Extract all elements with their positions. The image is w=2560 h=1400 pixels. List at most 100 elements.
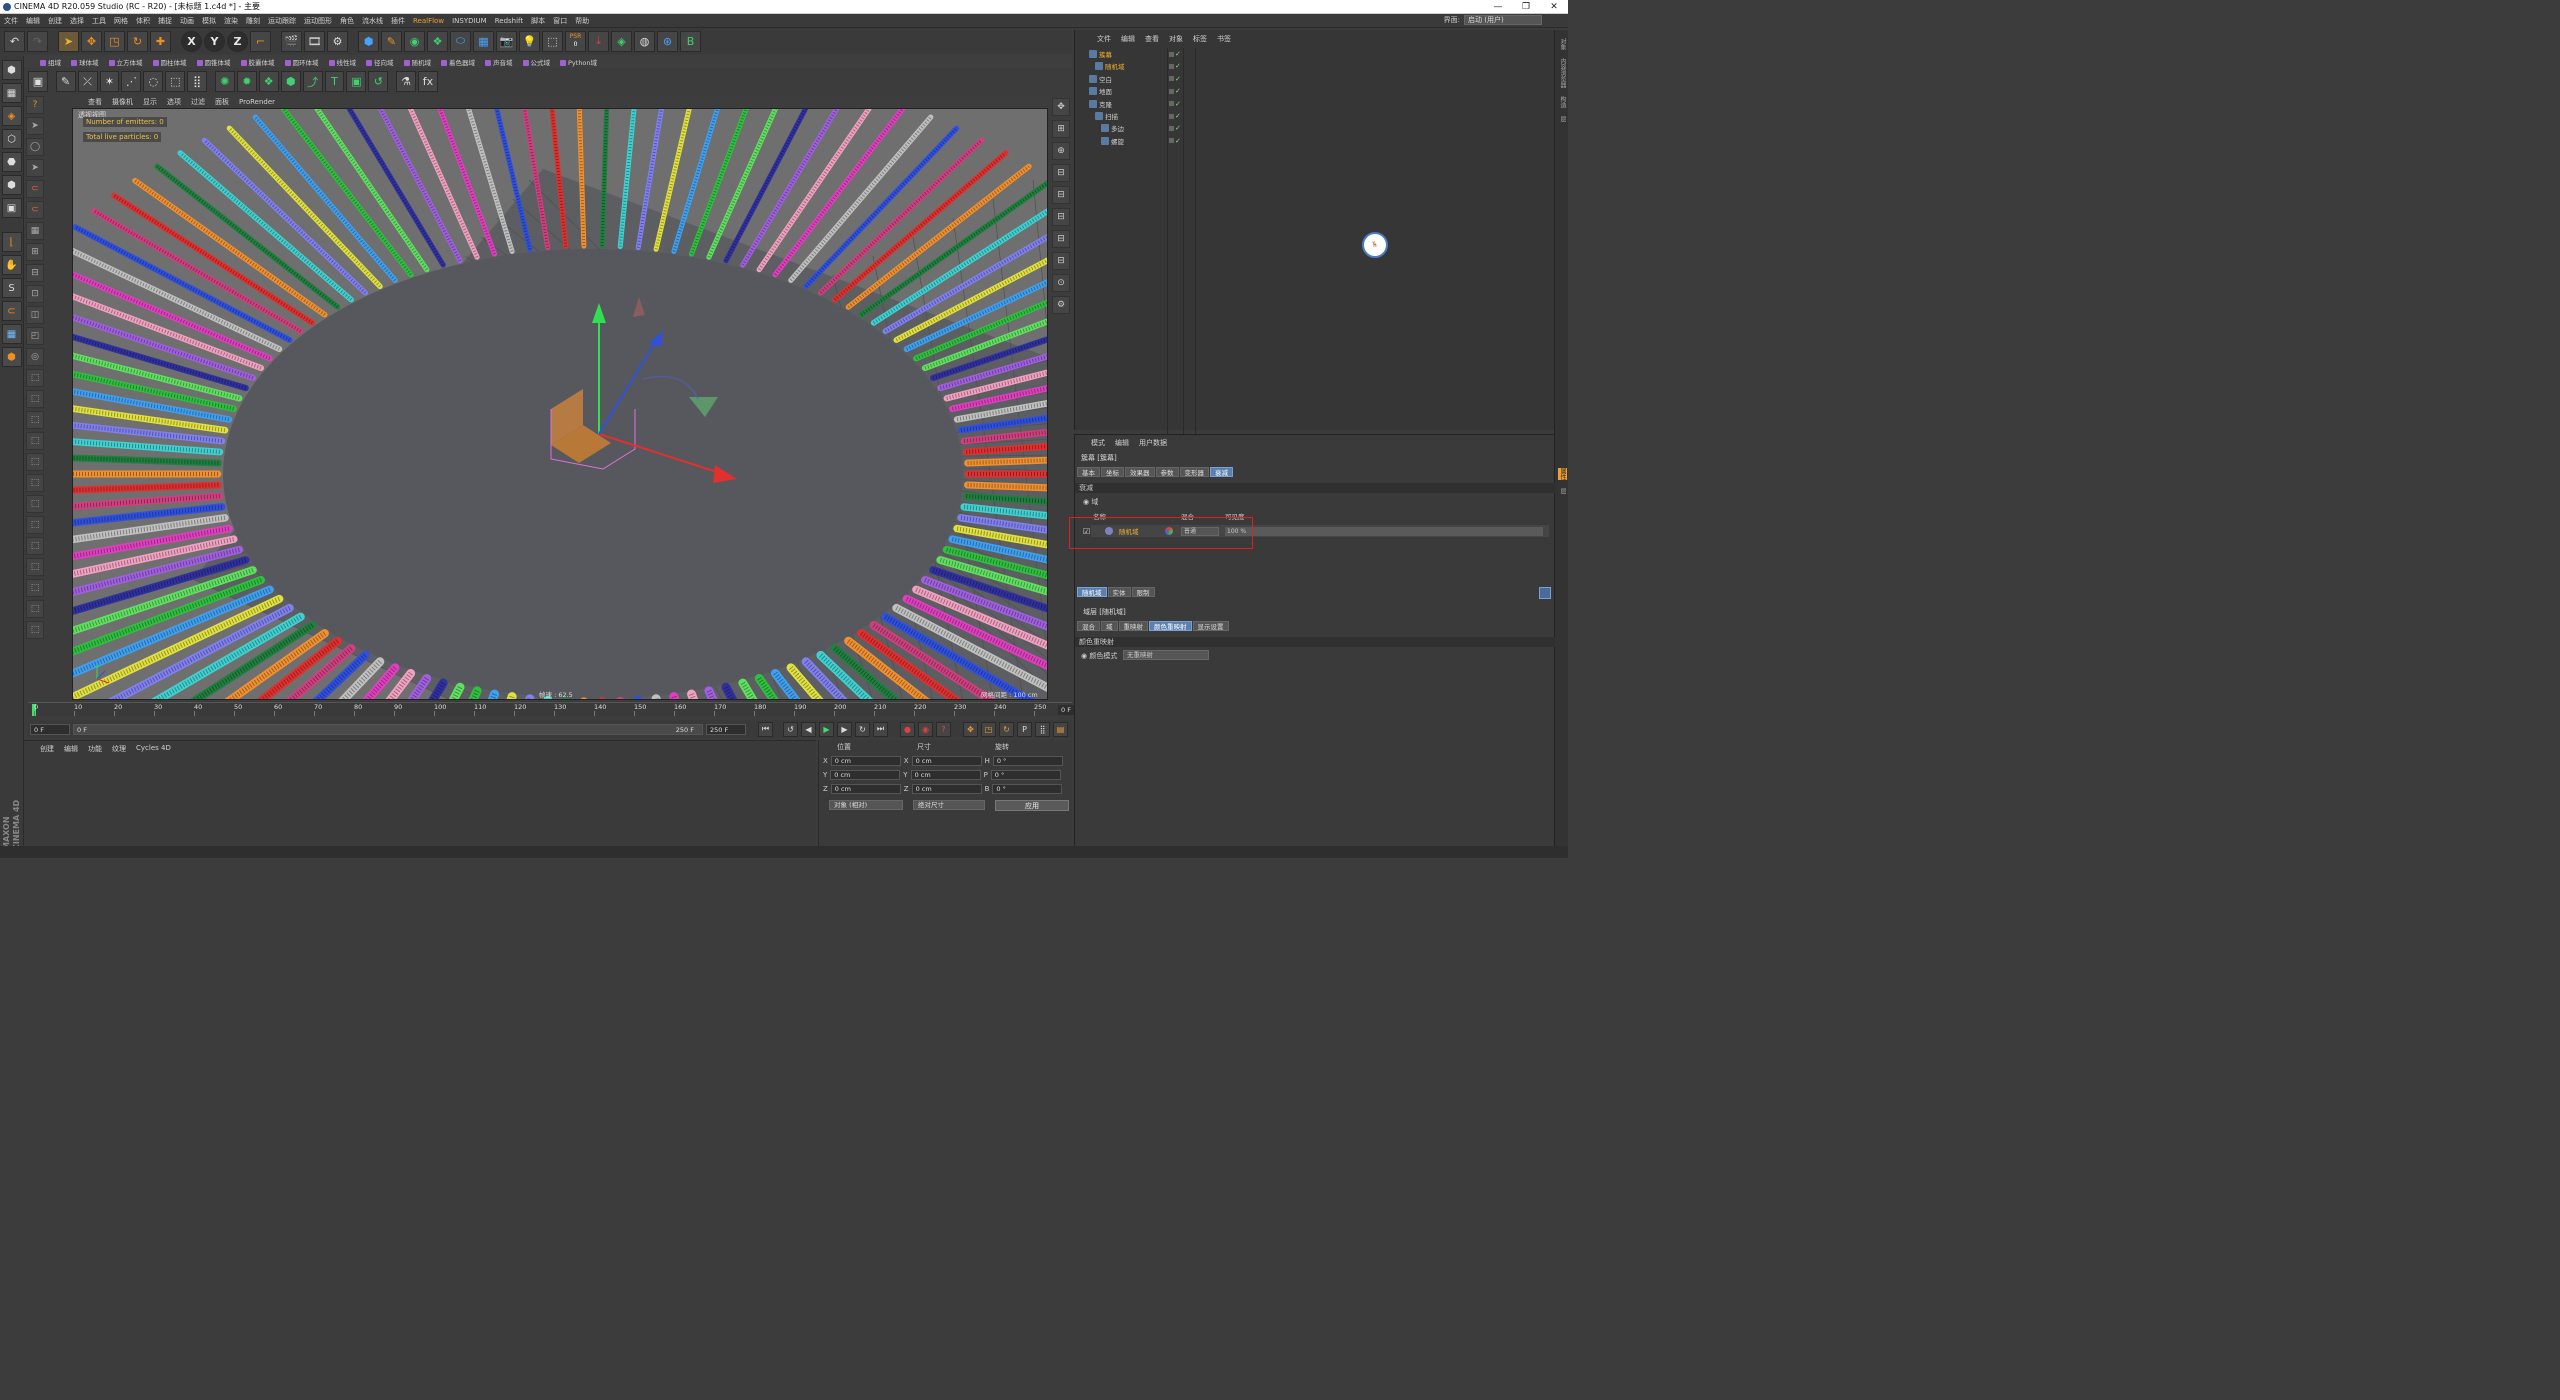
size-field[interactable]: 0 cm — [911, 784, 982, 794]
layer-type-tab[interactable]: 实体 — [1107, 587, 1131, 597]
perspective-viewport[interactable]: 透视视图 Number of emitters: 0 Total live pa… — [72, 108, 1048, 700]
layer-type-tab[interactable]: 限制 — [1131, 587, 1155, 597]
visibility-dot[interactable] — [1169, 138, 1174, 144]
z-axis-lock-button[interactable]: Z — [227, 30, 248, 52]
object-menu-item[interactable]: 标签 — [1193, 34, 1207, 44]
viewport-menu-item[interactable]: 查看 — [88, 97, 102, 107]
view-side-icon[interactable]: ⊟ — [1052, 208, 1070, 226]
end-frame-field[interactable]: 250 F — [706, 723, 746, 735]
grid-dots-icon[interactable]: ⣿ — [187, 71, 208, 92]
attribute-tab[interactable]: 效果器 — [1125, 467, 1155, 477]
field-tool-item[interactable]: 球体域 — [71, 57, 99, 67]
brush-tool-icon[interactable]: ✶ — [99, 71, 120, 92]
attribute-tab[interactable]: 基本 — [1077, 467, 1100, 477]
qr-icon[interactable]: ⊛ — [657, 30, 678, 52]
goto-end-icon[interactable]: ⏭ — [873, 721, 888, 737]
iron-icon[interactable]: ⬚ — [26, 495, 44, 513]
side-tab[interactable]: 层 — [1558, 116, 1567, 122]
material-menu-item[interactable]: 编辑 — [64, 744, 78, 754]
menu-item[interactable]: 窗口 — [553, 16, 567, 26]
menu-item[interactable]: Redshift — [495, 17, 523, 25]
enabled-check-icon[interactable]: ✓ — [1175, 75, 1181, 83]
magnet-icon[interactable]: ⊂ — [1, 301, 22, 321]
object-row[interactable]: 簇幕 ✓ — [1081, 48, 1551, 60]
select-arrow-icon[interactable]: ➤ — [58, 30, 79, 52]
y-axis-lock-button[interactable]: Y — [204, 30, 225, 52]
scale-icon[interactable]: ◳ — [104, 30, 125, 52]
attribute-menu-item[interactable]: 用户数据 — [1139, 438, 1167, 447]
menu-item[interactable]: RealFlow — [413, 17, 444, 25]
point-tool-icon[interactable]: ⋰ — [121, 71, 142, 92]
timeline-ruler[interactable]: 0 F 0 10 20 30 40 50 60 70 80 90 100 110 120 130 140 15… — [28, 702, 1100, 716]
object-row[interactable]: 螺旋 ✓ — [1081, 135, 1551, 147]
move-icon[interactable]: ✥ — [81, 30, 102, 52]
side-tab[interactable]: 内容浏览器 — [1558, 58, 1567, 88]
layer-type-tab[interactable]: 随机域 — [1077, 587, 1107, 597]
array-tool-2-icon[interactable]: ⬚ — [26, 600, 44, 618]
menu-item[interactable]: 渲染 — [224, 16, 238, 26]
prev-key-icon[interactable]: ↺ — [783, 721, 798, 737]
field-tool-item[interactable]: 胶囊体域 — [240, 57, 275, 67]
cloner-icon[interactable]: ❖ — [427, 30, 448, 52]
plugin-b-icon[interactable]: B — [680, 30, 701, 52]
field-tool-item[interactable]: 线性域 — [328, 57, 356, 67]
viewport-menu-item[interactable]: 面板 — [215, 97, 229, 107]
chamfer-icon[interactable]: ⬚ — [26, 621, 44, 639]
object-row[interactable]: 扫描 ✓ — [1081, 110, 1551, 122]
material-menu-item[interactable]: Cycles 4D — [136, 744, 171, 754]
menu-item[interactable]: 创建 — [48, 16, 62, 26]
menu-item[interactable]: 网格 — [114, 16, 128, 26]
menu-item[interactable]: 选择 — [70, 16, 84, 26]
bevel-icon[interactable]: ◫ — [26, 306, 44, 324]
array-tool-icon[interactable]: ⬚ — [26, 579, 44, 597]
magnet-tool-icon[interactable]: ⊂ — [26, 180, 44, 198]
motext-icon[interactable]: T — [324, 71, 345, 92]
object-row[interactable]: 地面 ✓ — [1081, 85, 1551, 97]
nav-zoom-icon[interactable]: ⊞ — [1052, 120, 1070, 138]
redo-icon[interactable]: ↷ — [27, 30, 48, 52]
size-field[interactable]: 0 cm — [910, 770, 981, 780]
color-mode-dropdown[interactable]: 无重映射 — [1123, 650, 1209, 660]
visibility-dot[interactable] — [1169, 88, 1174, 94]
field-tool-item[interactable]: 公式域 — [522, 57, 550, 67]
view-cam-icon[interactable]: ⊟ — [1052, 252, 1070, 270]
polygons-mode-icon[interactable]: ⬢ — [1, 175, 22, 195]
side-tab[interactable]: 层 — [1558, 488, 1567, 494]
goto-start-icon[interactable]: ⏮ — [758, 721, 773, 737]
key-scale-icon[interactable]: ◳ — [981, 721, 996, 737]
coordinate-system-icon[interactable]: ⌐ — [250, 30, 271, 52]
lock-workplane-icon[interactable]: ▦ — [1, 324, 22, 344]
start-frame-field[interactable]: 0 F — [30, 723, 70, 735]
layer-tab[interactable]: 域 — [1101, 621, 1118, 631]
x-axis-lock-button[interactable]: X — [181, 30, 202, 52]
rotation-field[interactable]: 0 ° — [992, 784, 1063, 794]
layer-tab[interactable]: 混合 — [1077, 621, 1100, 631]
view-top-icon[interactable]: ⊟ — [1052, 164, 1070, 182]
viewport-scene[interactable] — [73, 109, 1048, 700]
render-settings-icon[interactable]: ⚙ — [327, 30, 348, 52]
points-mode-icon[interactable]: ⬡ — [1, 129, 22, 149]
next-key-icon[interactable]: ↻ — [855, 721, 870, 737]
deformer-icon[interactable]: ⬭ — [450, 30, 471, 52]
render-picture-viewer-icon[interactable]: 🎞 — [304, 30, 325, 52]
magnet-tool-2-icon[interactable]: ⊂ — [26, 201, 44, 219]
polygon-pen-icon[interactable]: ⬚ — [26, 453, 44, 471]
object-row[interactable]: 多边 ✓ — [1081, 122, 1551, 134]
object-row[interactable]: 空白 ✓ — [1081, 73, 1551, 85]
menu-item[interactable]: 编辑 — [26, 16, 40, 26]
subdivision-icon[interactable]: ◉ — [404, 30, 425, 52]
object-row[interactable]: 随机域 ✓ — [1081, 60, 1551, 72]
menu-item[interactable]: 工具 — [92, 16, 106, 26]
brush-icon[interactable]: ➤ — [26, 159, 44, 177]
key-param-icon[interactable]: P — [1017, 721, 1032, 737]
array-icon[interactable]: ✺ — [214, 71, 235, 92]
edges-mode-icon[interactable]: ⬣ — [1, 152, 22, 172]
close-button[interactable]: ✕ — [1540, 0, 1568, 14]
attribute-tab[interactable]: 参数 — [1155, 467, 1179, 477]
loop-icon[interactable]: ◰ — [26, 327, 44, 345]
menu-item[interactable]: 捕捉 — [158, 16, 172, 26]
visibility-slider[interactable]: 100 % — [1225, 526, 1543, 536]
fracture-icon[interactable]: ✹ — [236, 71, 257, 92]
camera-icon[interactable]: 📷 — [496, 30, 517, 52]
flask-icon[interactable]: ⚗ — [396, 71, 417, 92]
